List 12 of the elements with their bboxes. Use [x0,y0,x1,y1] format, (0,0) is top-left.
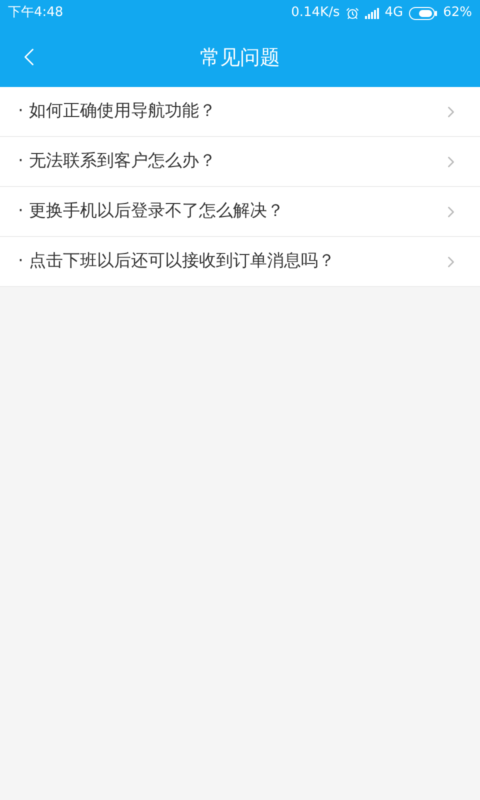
battery-level: 62% [443,4,472,22]
signal-icon [364,8,379,18]
network-speed: 0.14K/s [291,4,340,22]
alarm-icon [346,6,359,20]
faq-item[interactable]: · 更换手机以后登录不了怎么解决？ [0,187,480,237]
battery-icon [409,6,438,20]
page-title: 常见问题 [200,44,280,70]
faq-item[interactable]: · 无法联系到客户怎么办？ [0,137,480,187]
faq-item[interactable]: · 如何正确使用导航功能？ [0,87,480,137]
network-type: 4G [384,4,404,22]
faq-item[interactable]: · 点击下班以后还可以接收到订单消息吗？ [0,237,480,287]
status-time: 下午4:48 [8,4,64,22]
